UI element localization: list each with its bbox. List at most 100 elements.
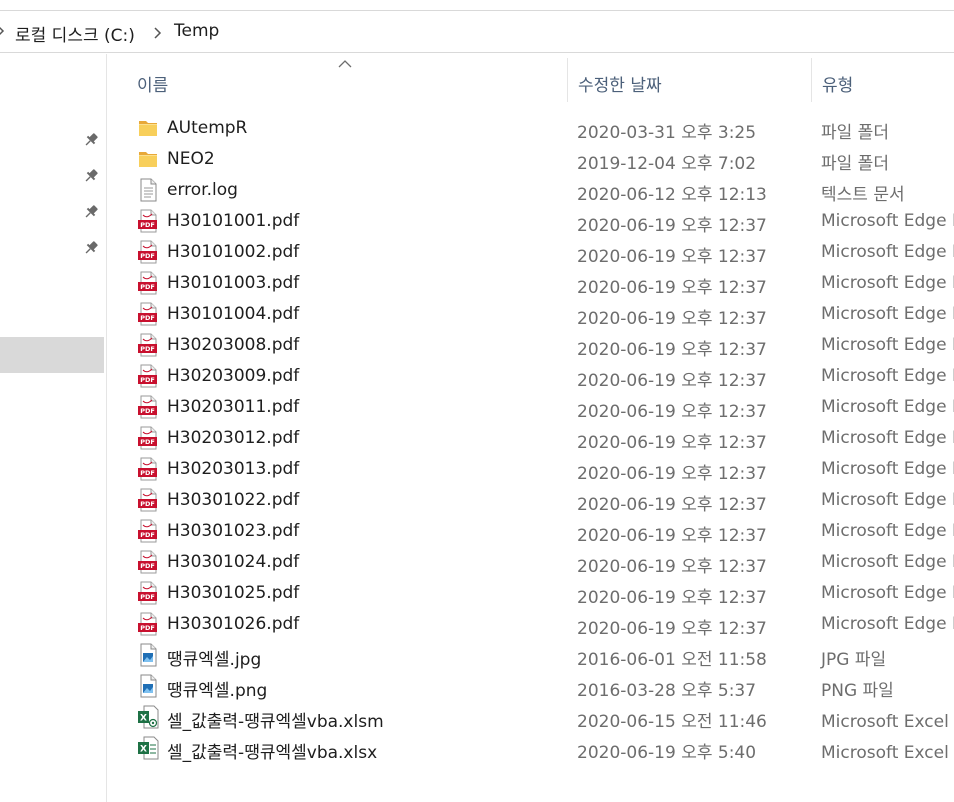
file-row[interactable]: PDF H30203008.pdf 2020-06-19 오후 12:37 Micr… [107,330,954,361]
file-row[interactable]: PDF H30203012.pdf 2020-06-19 오후 12:37 Micr… [107,423,954,454]
file-row[interactable]: PDF H30203013.pdf 2020-06-19 오후 12:37 Micr… [107,454,954,485]
file-name: 땡큐엑셀.jpg [167,650,262,670]
file-row[interactable]: PDF H30301025.pdf 2020-06-19 오후 12:37 Micr… [107,578,954,609]
file-row[interactable]: PDF H30101002.pdf 2020-06-19 오후 12:37 Micr… [107,237,954,268]
column-divider[interactable] [567,58,568,102]
sort-ascending-icon[interactable] [338,60,352,68]
svg-text:PDF: PDF [140,500,155,508]
file-name: H30203013.pdf [167,459,300,479]
file-list[interactable]: AUtempR 2020-03-31 오후 3:25 파일 폴더 NEO2 2019-… [107,113,954,764]
file-row[interactable]: NEO2 2019-12-04 오후 7:02 파일 폴더 [107,144,954,175]
pdf-icon: PDF [137,395,159,419]
file-modified-date: 2020-06-19 오후 12:37 [577,402,767,422]
column-name-header[interactable]: 이름 [137,71,168,96]
file-modified-date: 2020-06-15 오전 11:46 [577,712,767,732]
pdf-icon: PDF [137,364,159,388]
column-date-header[interactable]: 수정한 날짜 [578,71,662,96]
file-row[interactable]: PDF H30101003.pdf 2020-06-19 오후 12:37 Micr… [107,268,954,299]
file-name: 셀_값출력-땡큐엑셀vba.xlsx [167,743,378,763]
file-modified-date: 2020-06-19 오후 12:37 [577,526,767,546]
file-row[interactable]: error.log 2020-06-12 오후 12:13 텍스트 문서 [107,175,954,206]
file-modified-date: 2020-06-19 오후 12:37 [577,371,767,391]
file-type: Microsoft Edge P [821,335,954,355]
svg-text:PDF: PDF [140,531,155,539]
file-name: NEO2 [167,149,215,169]
svg-text:PDF: PDF [140,283,155,291]
svg-text:PDF: PDF [140,221,155,229]
file-type: Microsoft Edge P [821,459,954,479]
image-file-icon [137,643,159,667]
nav-selected-item[interactable] [0,337,104,373]
pdf-icon: PDF [137,488,159,512]
file-name: H30301023.pdf [167,521,300,541]
breadcrumb-local-disk[interactable]: 로컬 디스크 (C:) [15,21,135,46]
file-name: H30203008.pdf [167,335,300,355]
file-row[interactable]: 땡큐엑셀.png 2016-03-28 오후 5:37 PNG 파일 [107,671,954,702]
file-row[interactable]: PDF H30203011.pdf 2020-06-19 오후 12:37 Micr… [107,392,954,423]
file-row[interactable]: PDF H30101001.pdf 2020-06-19 오후 12:37 Micr… [107,206,954,237]
excel-file-icon: X [137,736,159,760]
file-row[interactable]: PDF H30301023.pdf 2020-06-19 오후 12:37 Micr… [107,516,954,547]
pdf-icon: PDF [137,581,159,605]
file-modified-date: 2020-06-12 오후 12:13 [577,185,767,205]
image-file-icon [137,674,159,698]
svg-text:PDF: PDF [140,345,155,353]
file-type: Microsoft Edge P [821,490,954,510]
svg-text:PDF: PDF [140,314,155,322]
file-type: Microsoft Edge P [821,242,954,262]
svg-text:PDF: PDF [140,252,155,260]
pin-icon[interactable] [82,239,100,257]
svg-text:PDF: PDF [140,469,155,477]
file-row[interactable]: PDF H30101004.pdf 2020-06-19 오후 12:37 Micr… [107,299,954,330]
file-modified-date: 2016-06-01 오전 11:58 [577,650,767,670]
pdf-icon: PDF [137,209,159,233]
file-name: H30301025.pdf [167,583,300,603]
breadcrumb-temp[interactable]: Temp [174,21,219,41]
svg-text:X: X [140,745,147,755]
file-modified-date: 2019-12-04 오후 7:02 [577,154,757,174]
file-type: 파일 폴더 [821,123,889,143]
file-type: Microsoft Edge P [821,583,954,603]
pdf-icon: PDF [137,302,159,326]
column-divider[interactable] [811,58,812,102]
navigation-pane[interactable] [0,54,107,802]
file-name: H30101001.pdf [167,211,300,231]
file-name: H30203011.pdf [167,397,300,417]
file-name: H30301026.pdf [167,614,300,634]
svg-text:PDF: PDF [140,376,155,384]
column-type-header[interactable]: 유형 [822,71,853,96]
file-row[interactable]: PDF H30203009.pdf 2020-06-19 오후 12:37 Micr… [107,361,954,392]
file-row[interactable]: X 셀_값출력-땡큐엑셀vba.xlsx 2020-06-19 오후 5:40 Mi… [107,733,954,764]
pdf-icon: PDF [137,457,159,481]
file-name: error.log [167,180,238,200]
file-name: H30203009.pdf [167,366,300,386]
pin-icon[interactable] [82,167,100,185]
file-row[interactable]: AUtempR 2020-03-31 오후 3:25 파일 폴더 [107,113,954,144]
file-name: H30203012.pdf [167,428,300,448]
file-type: Microsoft Edge P [821,397,954,417]
file-modified-date: 2020-03-31 오후 3:25 [577,123,757,143]
folder-icon [137,116,159,140]
excel-macro-file-icon: X [137,705,159,729]
file-type: Microsoft Edge P [821,273,954,293]
file-modified-date: 2020-06-19 오후 12:37 [577,619,767,639]
file-row[interactable]: X 셀_값출력-땡큐엑셀vba.xlsm 2020-06-15 오전 11:46 M… [107,702,954,733]
file-type: Microsoft Edge P [821,552,954,572]
chevron-right-icon[interactable] [0,22,7,40]
file-type: Microsoft Edge P [821,304,954,324]
file-row[interactable]: 땡큐엑셀.jpg 2016-06-01 오전 11:58 JPG 파일 [107,640,954,671]
file-row[interactable]: PDF H30301022.pdf 2020-06-19 오후 12:37 Micr… [107,485,954,516]
pin-icon[interactable] [82,203,100,221]
file-type: 텍스트 문서 [821,185,905,205]
pdf-icon: PDF [137,612,159,636]
pdf-icon: PDF [137,240,159,264]
file-row[interactable]: PDF H30301024.pdf 2020-06-19 오후 12:37 Micr… [107,547,954,578]
address-bar[interactable]: 로컬 디스크 (C:) Temp [0,10,954,53]
chevron-right-icon[interactable] [153,25,163,41]
file-name: 셀_값출력-땡큐엑셀vba.xlsm [167,712,384,732]
pdf-icon: PDF [137,519,159,543]
pin-icon[interactable] [82,131,100,149]
file-row[interactable]: PDF H30301026.pdf 2020-06-19 오후 12:37 Micr… [107,609,954,640]
text-file-icon [137,178,159,202]
file-type: Microsoft Edge P [821,428,954,448]
